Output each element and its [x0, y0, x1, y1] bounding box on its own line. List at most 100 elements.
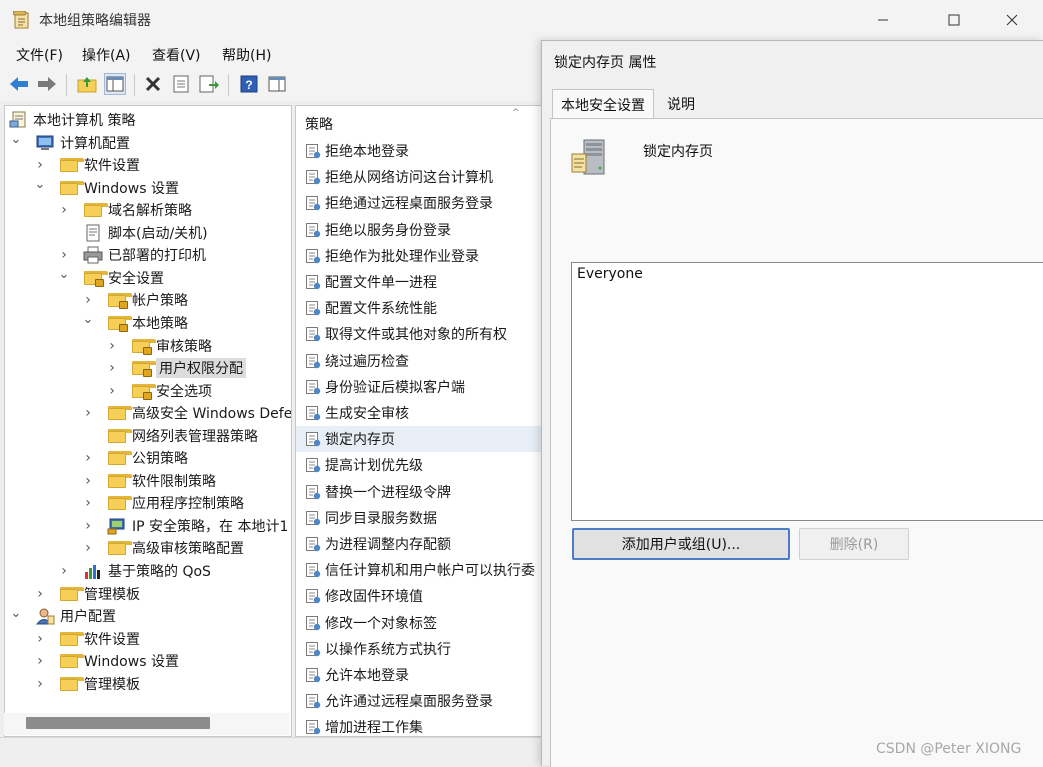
add-user-or-group-button[interactable]: 添加用户或组(U)... — [572, 528, 790, 560]
chevron-right-icon[interactable]: › — [35, 157, 45, 173]
menu-view[interactable]: 查看(V) — [152, 45, 201, 65]
tree-node[interactable]: › 管理模板 — [35, 583, 140, 605]
tree-node[interactable]: › 域名解析策略 — [59, 199, 192, 221]
tree-node[interactable]: ⌄ 本地策略 — [83, 312, 188, 334]
tree-node[interactable]: › 软件设置 — [35, 154, 140, 176]
chevron-right-icon[interactable]: › — [83, 495, 93, 511]
script-icon — [83, 224, 103, 242]
policy-item-icon — [306, 379, 321, 394]
chevron-right-icon[interactable]: › — [83, 450, 93, 466]
back-button[interactable] — [8, 73, 30, 95]
chevron-down-icon[interactable]: ⌄ — [83, 312, 94, 327]
tree-node[interactable]: ⌄ Windows 设置 — [35, 177, 179, 199]
chevron-right-icon[interactable]: › — [83, 518, 93, 534]
tree-node[interactable]: › 公钥策略 — [83, 447, 188, 469]
menu-action[interactable]: 操作(A) — [82, 45, 131, 65]
tree-node[interactable]: › 高级安全 Windows Defe — [83, 402, 291, 424]
menu-help[interactable]: 帮助(H) — [222, 45, 271, 65]
export-list-button[interactable] — [198, 73, 220, 95]
tree-node[interactable]: › 高级审核策略配置 — [83, 537, 244, 559]
tree-node[interactable]: › 管理模板 — [35, 673, 140, 695]
policy-row[interactable]: 增加进程工作集 — [296, 714, 546, 736]
tree-node[interactable]: › Windows 设置 — [35, 650, 179, 672]
chevron-right-icon[interactable]: › — [59, 202, 69, 218]
policy-row[interactable]: 身份验证后模拟客户端 — [296, 374, 546, 400]
tree-node[interactable]: › 审核策略 — [107, 335, 212, 357]
properties-button[interactable] — [170, 73, 192, 95]
menu-file[interactable]: 文件(F) — [16, 45, 63, 65]
chevron-right-icon[interactable]: › — [35, 653, 45, 669]
policy-row[interactable]: 修改一个对象标签 — [296, 610, 546, 636]
policy-row[interactable]: 修改固件环境值 — [296, 583, 546, 609]
policy-row[interactable]: 生成安全审核 — [296, 400, 546, 426]
tree-node[interactable]: › 帐户策略 — [83, 289, 188, 311]
policy-row[interactable]: 配置文件单一进程 — [296, 269, 546, 295]
column-header-policy[interactable]: 策略 — [305, 114, 333, 134]
policy-row[interactable]: 配置文件系统性能 — [296, 295, 546, 321]
tree-node[interactable]: › 已部署的打印机 — [59, 244, 206, 266]
tree-node[interactable]: › 应用程序控制策略 — [83, 492, 244, 514]
policy-row[interactable]: 拒绝通过远程桌面服务登录 — [296, 190, 546, 216]
chevron-right-icon[interactable]: › — [35, 586, 45, 602]
chevron-down-icon[interactable]: ⌄ — [11, 606, 22, 621]
policy-row[interactable]: 信任计算机和用户帐户可以执行委 — [296, 557, 546, 583]
policy-row[interactable]: 拒绝以服务身份登录 — [296, 217, 546, 243]
tree-node[interactable]: › 基于策略的 QoS — [59, 560, 211, 582]
chevron-down-icon[interactable]: ⌄ — [11, 132, 22, 147]
chevron-right-icon[interactable]: › — [107, 338, 117, 354]
tab-explain[interactable]: 说明 — [659, 91, 703, 117]
policy-row[interactable]: 绕过遍历检查 — [296, 348, 546, 374]
policy-row[interactable]: 替换一个进程级令牌 — [296, 479, 546, 505]
policy-row[interactable]: 允许通过远程桌面服务登录 — [296, 688, 546, 714]
close-button[interactable] — [989, 0, 1035, 40]
account-entry[interactable]: Everyone — [577, 266, 643, 282]
action-pane-button[interactable] — [266, 73, 288, 95]
tree-node[interactable]: 网络列表管理器策略 — [83, 425, 258, 447]
policy-row[interactable]: 允许本地登录 — [296, 662, 546, 688]
chevron-right-icon[interactable]: › — [35, 631, 45, 647]
tree-node[interactable]: › 软件限制策略 — [83, 470, 216, 492]
chevron-down-icon[interactable]: ⌄ — [35, 177, 46, 192]
delete-button[interactable] — [142, 73, 164, 95]
help-button[interactable]: ? — [238, 73, 260, 95]
chevron-right-icon[interactable]: › — [107, 383, 117, 399]
policy-row[interactable]: 取得文件或其他对象的所有权 — [296, 321, 546, 347]
chevron-right-icon[interactable]: › — [83, 540, 93, 556]
tree-node[interactable]: › 用户权限分配 — [107, 357, 246, 379]
tree-node[interactable]: 脚本(启动/关机) — [59, 222, 208, 244]
tree-node[interactable]: › 安全选项 — [107, 380, 212, 402]
policy-row[interactable]: 提高计划优先级 — [296, 452, 546, 478]
tree-node[interactable]: 本地计算机 策略 — [8, 109, 135, 131]
minimize-button[interactable] — [860, 0, 906, 40]
forward-button[interactable] — [36, 73, 58, 95]
chevron-right-icon[interactable]: › — [83, 292, 93, 308]
tree-scroll-thumb[interactable] — [26, 717, 210, 729]
chevron-right-icon[interactable]: › — [83, 405, 93, 421]
tab-local-security-setting[interactable]: 本地安全设置 — [552, 89, 654, 120]
remove-button[interactable]: 删除(R) — [799, 528, 909, 560]
maximize-button[interactable] — [931, 0, 977, 40]
chevron-right-icon[interactable]: › — [35, 676, 45, 692]
policy-row[interactable]: 拒绝本地登录 — [296, 138, 546, 164]
up-folder-button[interactable] — [76, 73, 98, 95]
chevron-right-icon[interactable]: › — [59, 563, 69, 579]
chevron-right-icon[interactable]: › — [59, 247, 69, 263]
tree-node[interactable]: › IP 安全策略，在 本地计1 — [83, 515, 288, 537]
policy-list[interactable]: 策略 ^ 拒绝本地登录 拒绝从网络访问这台计算机 拒绝通过远程桌面服务登录 拒绝以服务… — [295, 105, 547, 737]
policy-row[interactable]: 同步目录服务数据 — [296, 505, 546, 531]
policy-row[interactable]: 为进程调整内存配额 — [296, 531, 546, 557]
console-tree[interactable]: 本地计算机 策略 ⌄ 计算机配置 › 软件设置 ⌄ Windows 设置 › 域名解析策略 脚本(… — [4, 105, 292, 737]
tree-node[interactable]: › 软件设置 — [35, 628, 140, 650]
policy-row[interactable]: 拒绝从网络访问这台计算机 — [296, 164, 546, 190]
tree-node[interactable]: ⌄ 计算机配置 — [11, 132, 130, 154]
policy-row[interactable]: 拒绝作为批处理作业登录 — [296, 243, 546, 269]
chevron-right-icon[interactable]: › — [107, 360, 117, 376]
chevron-right-icon[interactable]: › — [83, 473, 93, 489]
policy-row[interactable]: 以操作系统方式执行 — [296, 636, 546, 662]
tree-node[interactable]: ⌄ 安全设置 — [59, 267, 164, 289]
show-hide-tree-button[interactable] — [104, 73, 126, 95]
chevron-down-icon[interactable]: ⌄ — [59, 267, 70, 282]
tree-node[interactable]: ⌄ 用户配置 — [11, 605, 116, 627]
policy-row[interactable]: 锁定内存页 — [296, 426, 546, 453]
account-list[interactable]: Everyone — [571, 262, 1043, 521]
